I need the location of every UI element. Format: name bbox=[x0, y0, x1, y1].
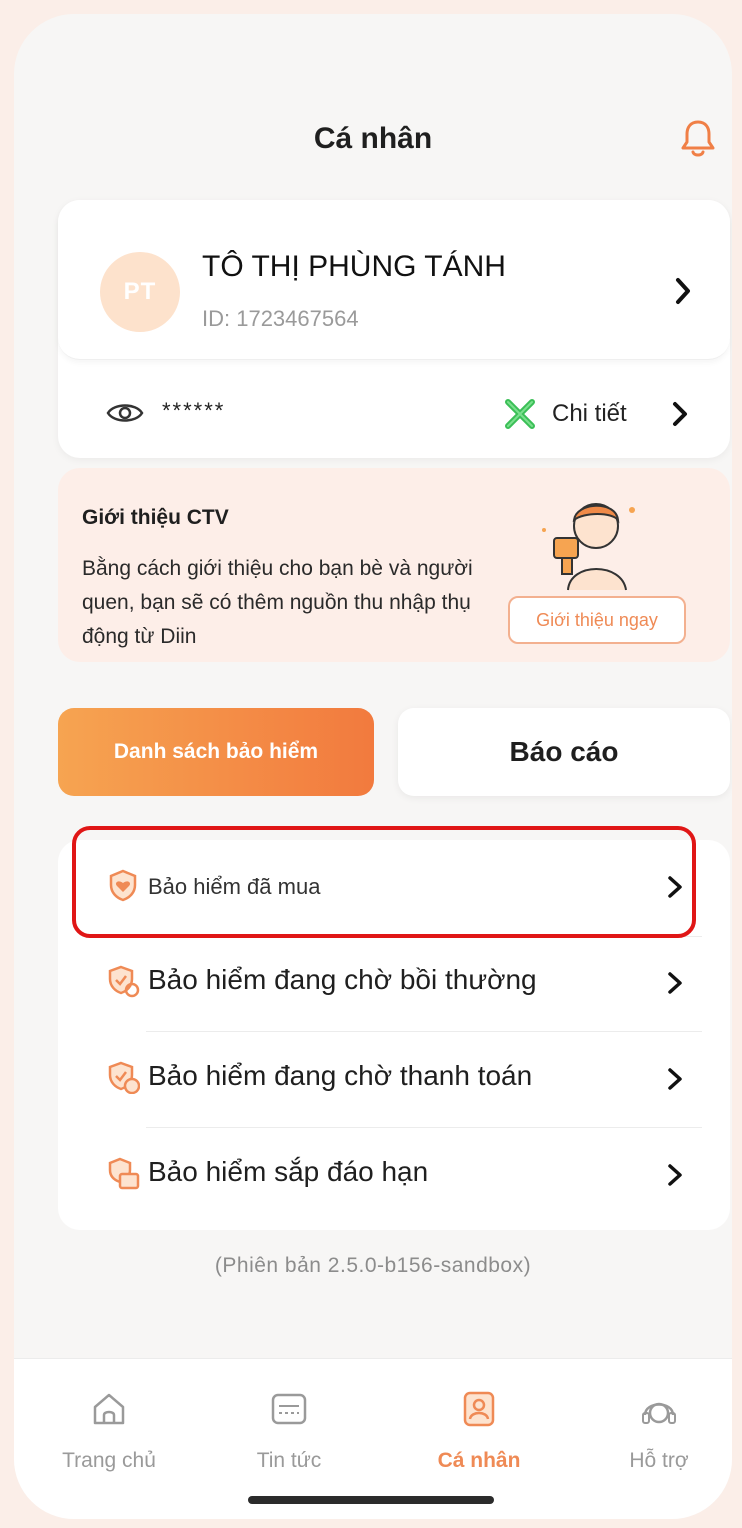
profile-icon bbox=[463, 1391, 495, 1427]
user-name: TÔ THỊ PHÙNG TÁNH bbox=[202, 250, 506, 283]
nav-label: Tin tức bbox=[256, 1449, 322, 1472]
nav-label: Cá nhân bbox=[437, 1449, 521, 1472]
nav-news[interactable]: Tin tức bbox=[214, 1389, 364, 1473]
bottom-navigation: Trang chủ Tin tức Cá nhân Hỗ trợ bbox=[14, 1358, 732, 1519]
cross-pattern-icon bbox=[505, 399, 535, 429]
referral-title: Giới thiệu CTV bbox=[82, 506, 229, 529]
nav-profile[interactable]: Cá nhân bbox=[404, 1389, 554, 1473]
home-icon bbox=[93, 1393, 125, 1425]
chevron-right-icon[interactable] bbox=[670, 400, 690, 428]
phone-screen: Cá nhân PT TÔ THỊ PHÙNG TÁNH ID: 1723467… bbox=[14, 14, 732, 1519]
tab-insurance-list[interactable]: Danh sách bảo hiểm bbox=[58, 708, 374, 796]
eye-icon[interactable] bbox=[106, 400, 144, 426]
nav-home[interactable]: Trang chủ bbox=[34, 1389, 184, 1473]
chevron-right-icon bbox=[668, 1068, 682, 1090]
shield-calendar-icon bbox=[108, 1157, 140, 1190]
chevron-right-icon bbox=[668, 972, 682, 994]
masked-balance: ****** bbox=[162, 398, 226, 423]
bell-icon[interactable] bbox=[678, 116, 718, 160]
highlight-box bbox=[72, 826, 696, 938]
user-id: ID: 1723467564 bbox=[202, 306, 359, 331]
avatar: PT bbox=[100, 252, 180, 332]
shield-refresh-icon bbox=[108, 965, 140, 998]
nav-label: Hỗ trợ bbox=[629, 1449, 689, 1472]
news-icon bbox=[271, 1393, 307, 1425]
profile-card: PT TÔ THỊ PHÙNG TÁNH ID: 1723467564 ****… bbox=[58, 200, 730, 458]
nav-label: Trang chủ bbox=[62, 1449, 156, 1472]
nav-support[interactable]: Hỗ trợ bbox=[584, 1389, 732, 1473]
list-item-label: Bảo hiểm đang chờ bồi thường bbox=[148, 964, 537, 995]
referral-description: Bằng cách giới thiệu cho bạn bè và người… bbox=[82, 557, 473, 648]
tab-reports[interactable]: Báo cáo bbox=[398, 708, 730, 796]
chevron-right-icon[interactable] bbox=[672, 276, 694, 306]
chevron-right-icon bbox=[668, 1164, 682, 1186]
refer-now-button[interactable]: Giới thiệu ngay bbox=[508, 596, 686, 644]
list-item-pending-payment[interactable]: Bảo hiểm đang chờ thanh toán bbox=[58, 1032, 730, 1128]
list-item-label: Bảo hiểm đang chờ thanh toán bbox=[148, 1060, 533, 1091]
list-item-expiring-soon[interactable]: Bảo hiểm sắp đáo hạn bbox=[58, 1128, 730, 1224]
home-indicator bbox=[248, 1496, 494, 1504]
person-megaphone-illustration bbox=[542, 503, 635, 591]
list-item-label: Bảo hiểm sắp đáo hạn bbox=[148, 1156, 429, 1187]
page-title: Cá nhân bbox=[313, 122, 433, 155]
support-icon bbox=[642, 1402, 676, 1424]
list-item-pending-claims[interactable]: Bảo hiểm đang chờ bồi thường bbox=[58, 936, 730, 1032]
detail-link[interactable]: Chi tiết bbox=[552, 400, 627, 428]
app-version: (Phiên bản 2.5.0-b156-sandbox) bbox=[214, 1254, 532, 1277]
referral-banner: Giới thiệu CTV Bằng cách giới thiệu cho … bbox=[58, 468, 730, 662]
profile-summary[interactable]: PT TÔ THỊ PHÙNG TÁNH ID: 1723467564 bbox=[58, 200, 730, 360]
shield-dollar-icon bbox=[108, 1061, 140, 1094]
